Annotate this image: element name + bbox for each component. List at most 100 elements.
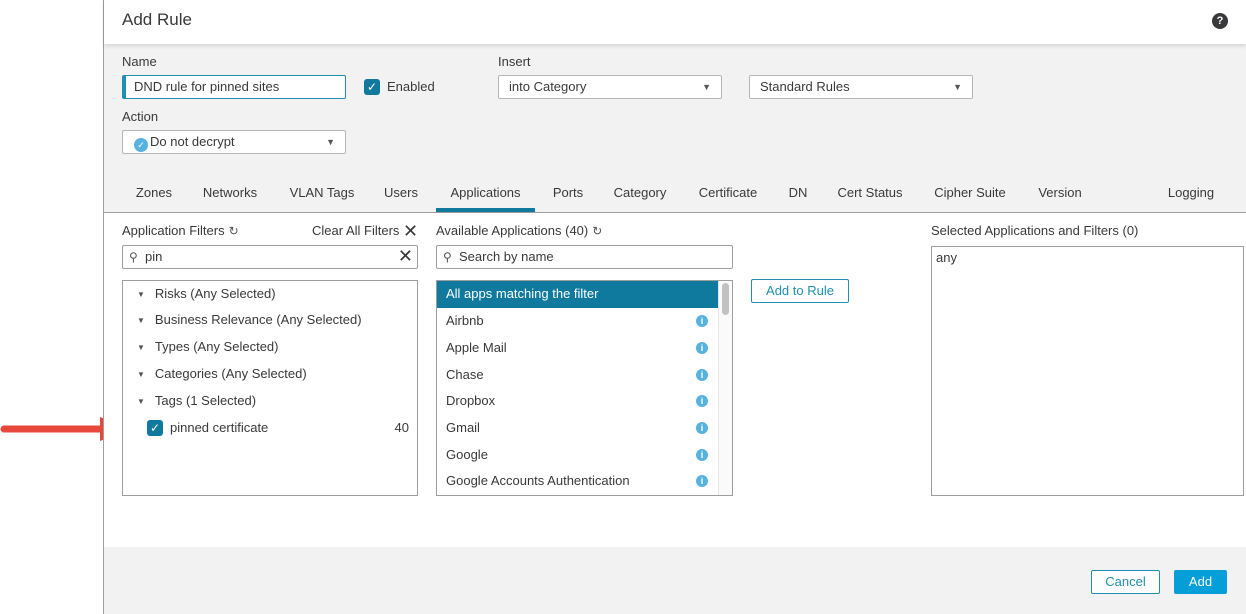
filter-group-categories[interactable]: ▼ Categories (Any Selected) [137, 364, 307, 384]
filter-group-label: Business Relevance (Any Selected) [154, 312, 362, 327]
tab-networks[interactable]: Networks [194, 178, 266, 212]
caret-down-icon: ▼ [137, 290, 145, 299]
pinned-certificate-checkbox[interactable]: ✓ [147, 420, 163, 436]
refresh-icon[interactable]: ↻ [592, 224, 602, 238]
add-to-rule-button[interactable]: Add to Rule [751, 279, 849, 303]
insert-position-select[interactable]: into Category ▼ [498, 75, 722, 99]
app-item[interactable]: Apple Mail i [437, 335, 718, 362]
selected-applications-title: Selected Applications and Filters (0) [931, 223, 1139, 238]
available-applications-title: Available Applications (40) [436, 223, 589, 238]
insert-position-value: into Category [509, 79, 587, 94]
search-icon: ⚲ [443, 250, 452, 264]
dialog-header: Add Rule ? [104, 0, 1246, 44]
app-item-label: Google [446, 447, 488, 462]
tab-users[interactable]: Users [376, 178, 426, 212]
dialog-title: Add Rule [122, 10, 192, 29]
app-item-label: Google Accounts Authentication [446, 473, 630, 488]
filter-group-tags[interactable]: ▼ Tags (1 Selected) [137, 391, 256, 411]
help-icon[interactable]: ? [1212, 13, 1228, 29]
tab-certificate[interactable]: Certificate [692, 178, 764, 212]
filter-search-input[interactable]: ⚲ pin ✕ [122, 245, 418, 269]
info-icon[interactable]: i [696, 395, 708, 407]
app-item-label: Dropbox [446, 393, 496, 408]
tab-vlan-tags[interactable]: VLAN Tags [282, 178, 362, 212]
tab-applications[interactable]: Applications [436, 178, 535, 212]
dialog-footer: Cancel Add [104, 547, 1246, 614]
rule-tabs: Zones Networks VLAN Tags Users Applicati… [104, 178, 1246, 213]
tag-item-label: pinned certificate [170, 420, 269, 435]
tab-logging[interactable]: Logging [1160, 178, 1222, 212]
info-icon[interactable]: i [696, 475, 708, 487]
tab-version[interactable]: Version [1030, 178, 1090, 212]
filter-group-risks[interactable]: ▼ Risks (Any Selected) [137, 284, 276, 304]
filter-group-label: Types (Any Selected) [154, 339, 279, 354]
tab-dn[interactable]: DN [784, 178, 812, 212]
caret-down-icon: ▼ [137, 343, 145, 352]
refresh-icon[interactable]: ↻ [229, 224, 239, 238]
name-input[interactable]: DND rule for pinned sites [122, 75, 346, 99]
application-filters-title: Application Filters [122, 223, 225, 238]
tab-zones[interactable]: Zones [122, 178, 186, 212]
chevron-down-icon: ▼ [702, 82, 711, 92]
selected-applications-list[interactable]: any [931, 246, 1244, 496]
tab-cipher-suite[interactable]: Cipher Suite [928, 178, 1012, 212]
app-item-label: Chase [446, 367, 484, 382]
chevron-down-icon: ▼ [953, 82, 962, 92]
enabled-checkbox[interactable]: ✓ [364, 79, 380, 95]
caret-down-icon: ▼ [137, 370, 145, 379]
available-applications-list: All apps matching the filter Airbnb i App… [436, 280, 733, 496]
insert-category-select[interactable]: Standard Rules ▼ [749, 75, 973, 99]
check-circle-icon: ✓ [134, 138, 148, 152]
clear-all-filters-label: Clear All Filters [312, 223, 400, 238]
cancel-button[interactable]: Cancel [1091, 570, 1160, 594]
app-item-all-matching[interactable]: All apps matching the filter [437, 281, 718, 308]
applications-tab-content: Application Filters ↻ Clear All Filters ✕… [104, 213, 1246, 547]
filter-group-label: Categories (Any Selected) [154, 366, 307, 381]
action-label: Action [122, 109, 159, 124]
app-search-placeholder: Search by name [459, 249, 554, 264]
action-value: Do not decrypt [150, 134, 235, 149]
app-item[interactable]: Airbnb i [437, 308, 718, 335]
selected-value: any [936, 250, 957, 265]
filter-list: ▼ Risks (Any Selected) ▼ Business Relevanc… [122, 280, 418, 496]
tag-item-count: 40 [394, 420, 409, 435]
application-filters-label: Application Filters ↻ [122, 223, 239, 238]
app-item[interactable]: Gmail i [437, 415, 718, 442]
tab-cert-status[interactable]: Cert Status [832, 178, 908, 212]
add-button[interactable]: Add [1174, 570, 1227, 594]
add-rule-dialog: Add Rule ? Name DND rule for pinned site… [103, 0, 1246, 614]
available-applications-label: Available Applications (40) ↻ [436, 223, 602, 238]
insert-label: Insert [498, 54, 531, 69]
clear-all-filters-button[interactable]: Clear All Filters ✕ [312, 221, 418, 242]
tab-category[interactable]: Category [606, 178, 674, 212]
action-select[interactable]: ✓ Do not decrypt ▼ [122, 130, 346, 154]
info-icon[interactable]: i [696, 369, 708, 381]
caret-down-icon: ▼ [137, 316, 145, 325]
enabled-label: Enabled [387, 79, 435, 94]
info-icon[interactable]: i [696, 342, 708, 354]
scrollbar[interactable] [718, 281, 732, 495]
insert-category-value: Standard Rules [760, 79, 850, 94]
tab-ports[interactable]: Ports [545, 178, 591, 212]
app-item-label: Apple Mail [446, 340, 507, 355]
search-icon: ⚲ [129, 250, 138, 264]
app-item[interactable]: Chase i [437, 362, 718, 389]
info-icon[interactable]: i [696, 449, 708, 461]
app-item[interactable]: Dropbox i [437, 388, 718, 415]
filter-group-types[interactable]: ▼ Types (Any Selected) [137, 337, 278, 357]
info-icon[interactable]: i [696, 422, 708, 434]
clear-search-icon[interactable]: ✕ [398, 245, 413, 267]
filter-group-label: Tags (1 Selected) [154, 393, 257, 408]
filter-group-business-relevance[interactable]: ▼ Business Relevance (Any Selected) [137, 310, 362, 330]
app-item[interactable]: Google i [437, 442, 718, 469]
app-search-input[interactable]: ⚲ Search by name [436, 245, 733, 269]
tag-item-pinned-certificate[interactable]: ✓ pinned certificate 40 [147, 418, 409, 438]
filter-search-value: pin [145, 249, 163, 264]
scrollbar-thumb[interactable] [722, 283, 729, 315]
chevron-down-icon: ▼ [326, 137, 335, 147]
app-item-label: Airbnb [446, 313, 484, 328]
app-item-label: Gmail [446, 420, 480, 435]
name-label: Name [122, 54, 157, 69]
app-item[interactable]: Google Accounts Authentication i [437, 468, 718, 495]
info-icon[interactable]: i [696, 315, 708, 327]
